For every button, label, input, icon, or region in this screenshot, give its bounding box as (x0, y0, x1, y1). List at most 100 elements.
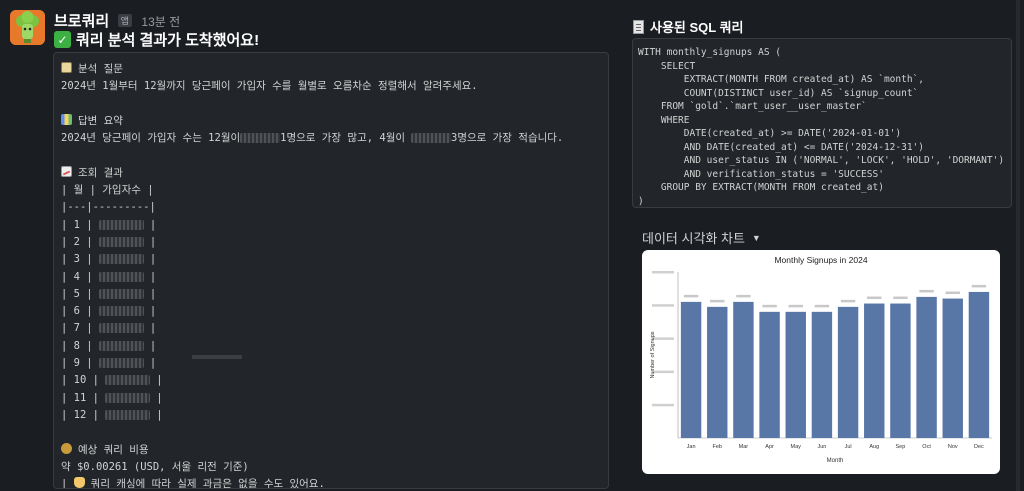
sql-title-text: 사용된 SQL 쿼리 (650, 20, 744, 35)
table-row: | 6 | | (61, 305, 157, 318)
money-bag-icon (61, 442, 72, 454)
broccoli-icon (10, 10, 45, 45)
headline-text: 쿼리 분석 결과가 도착했어요! (76, 32, 260, 49)
redacted-value (411, 133, 452, 144)
answer-code-block: 분석 질문 2024년 1월부터 12월까지 당근페이 가입자 수를 월별로 오… (53, 52, 609, 489)
bar-value-label (867, 296, 882, 300)
result-label: 조회 결과 (78, 166, 123, 179)
sql-line: WITH monthly_signups AS ( (638, 47, 781, 58)
summary-text: 2024년 당근페이 가입자 수는 12월이 1명으로 가장 많고, 4월이 3명으… (61, 132, 564, 145)
bar-value-label (971, 284, 987, 288)
y-tick-label (652, 403, 674, 407)
chart-bar (837, 306, 859, 438)
memo-icon (61, 62, 72, 73)
table-row: | 3 | | (61, 253, 157, 266)
y-tick-label (652, 271, 674, 274)
table-row: | 1 | | (61, 218, 157, 231)
chart-bar (890, 303, 911, 438)
bar-value-label (840, 299, 856, 303)
chart-title: Monthly Signups in 2024 (774, 255, 867, 265)
sql-section-title: 사용된 SQL 쿼리 (633, 17, 744, 36)
cost-note: | 쿼리 캐싱에 따라 실제 과금은 없을 수도 있어요. (61, 477, 325, 489)
x-tick-label: Mar (739, 444, 749, 450)
app-badge: 앱 (117, 14, 132, 27)
chart-bar (968, 291, 990, 438)
bar-value-label (710, 299, 725, 303)
viz-section-toggle[interactable]: 데이터 시각화 차트 ▼ (642, 228, 761, 247)
sql-line: ) (638, 195, 644, 207)
sql-line: DATE(created_at) >= DATE('2024-01-01') (638, 128, 902, 139)
bar-value-label (945, 291, 960, 295)
chart-bar (733, 301, 754, 438)
chart-image[interactable]: Monthly Signups in 2024 Jan Feb Mar Apr May Ju… (642, 250, 1000, 474)
summary-label: 답변 요약 (78, 114, 123, 127)
pointing-hand-icon (73, 477, 85, 488)
x-tick-label: Feb (713, 444, 722, 450)
x-tick-label: Apr (765, 444, 774, 450)
document-icon (633, 19, 644, 34)
table-row: | 8 | | (61, 339, 157, 352)
table-row: | 5 | | (61, 287, 157, 300)
chart-bar (785, 311, 806, 438)
bar-value-label (762, 304, 777, 308)
x-tick-label: Jun (817, 444, 826, 450)
divider (192, 355, 242, 359)
sender-name[interactable]: 브로쿼리 (54, 13, 109, 30)
table-row: | 2 | | (61, 235, 157, 248)
x-tick-label: Nov (948, 444, 958, 450)
chart-bar (759, 311, 780, 438)
table-row: | 9 | | (61, 357, 157, 370)
bar-value-label (919, 289, 934, 293)
redacted-value (240, 133, 281, 144)
y-axis-label: Number of Signups (650, 331, 656, 378)
table-row: | 4 | | (61, 270, 157, 283)
question-heading: 분석 질문 (61, 61, 608, 78)
bar-value-label (788, 304, 803, 308)
sql-line: EXTRACT(MONTH FROM created_at) AS `month… (638, 74, 924, 85)
message-timestamp[interactable]: 13분 전 (141, 15, 180, 29)
sql-line: WHERE (638, 114, 690, 126)
result-heading: 조회 결과 (61, 165, 608, 182)
x-tick-label: Jan (687, 444, 696, 450)
message-headline: ✓ 쿼리 분석 결과가 도착했어요! (54, 29, 259, 50)
cost-label: 예상 쿼리 비용 (78, 443, 149, 456)
table-row: | 7 | | (61, 322, 157, 335)
question-label: 분석 질문 (78, 63, 123, 75)
sql-line: GROUP BY EXTRACT(MONTH FROM created_at) (638, 182, 884, 193)
chart-bar (811, 311, 833, 438)
sql-line: FROM `gold`.`mart_user__user_master` (638, 101, 867, 112)
table-header: | 월 | 가입자수 | (61, 184, 154, 197)
x-tick-label: Oct (922, 444, 931, 450)
bar-value-label (814, 304, 830, 308)
line-chart-icon (61, 165, 72, 177)
table-row: | 10 | | (61, 374, 163, 387)
sql-line: COUNT(DISTINCT user_id) AS `signup_count… (638, 87, 919, 99)
bar-chart-icon (61, 113, 72, 125)
chart-bar (707, 306, 728, 438)
question-text: 2024년 1월부터 12월까지 당근페이 가입자 수를 월별로 오름차순 정렬… (61, 80, 478, 93)
bar-value-label (736, 294, 751, 298)
message-header: 브로쿼리 앱 13분 전 (54, 10, 180, 31)
bot-avatar[interactable] (10, 10, 45, 45)
chart-bar (864, 303, 885, 438)
chart-bar (942, 298, 963, 438)
x-tick-label: Sep (896, 444, 906, 450)
scrollbar[interactable] (1016, 0, 1020, 491)
sql-line: AND user_status IN ('NORMAL', 'LOCK', 'H… (638, 155, 1005, 166)
bar-chart: Monthly Signups in 2024 Jan Feb Mar Apr May Ju… (650, 255, 992, 464)
cost-text: 약 $0.00261 (USD, 서울 리전 기준) (61, 460, 249, 473)
cost-heading: 예상 쿼리 비용 (61, 442, 608, 459)
chart-bar (680, 301, 702, 438)
table-row: | 12 | | (61, 408, 163, 421)
sql-code-block: WITH monthly_signups AS ( SELECT EXTRACT… (632, 38, 1012, 208)
x-tick-label: Aug (869, 444, 879, 450)
x-tick-label: Dec (974, 444, 984, 450)
sql-line: SELECT (638, 60, 696, 72)
caret-down-icon[interactable]: ▼ (752, 233, 761, 243)
x-axis-label: Month (827, 458, 844, 464)
x-tick-label: May (791, 444, 802, 450)
y-tick-label (652, 304, 674, 307)
bar-value-label (893, 296, 908, 300)
chart-bar (916, 296, 937, 438)
x-tick-label: Jul (845, 444, 852, 450)
